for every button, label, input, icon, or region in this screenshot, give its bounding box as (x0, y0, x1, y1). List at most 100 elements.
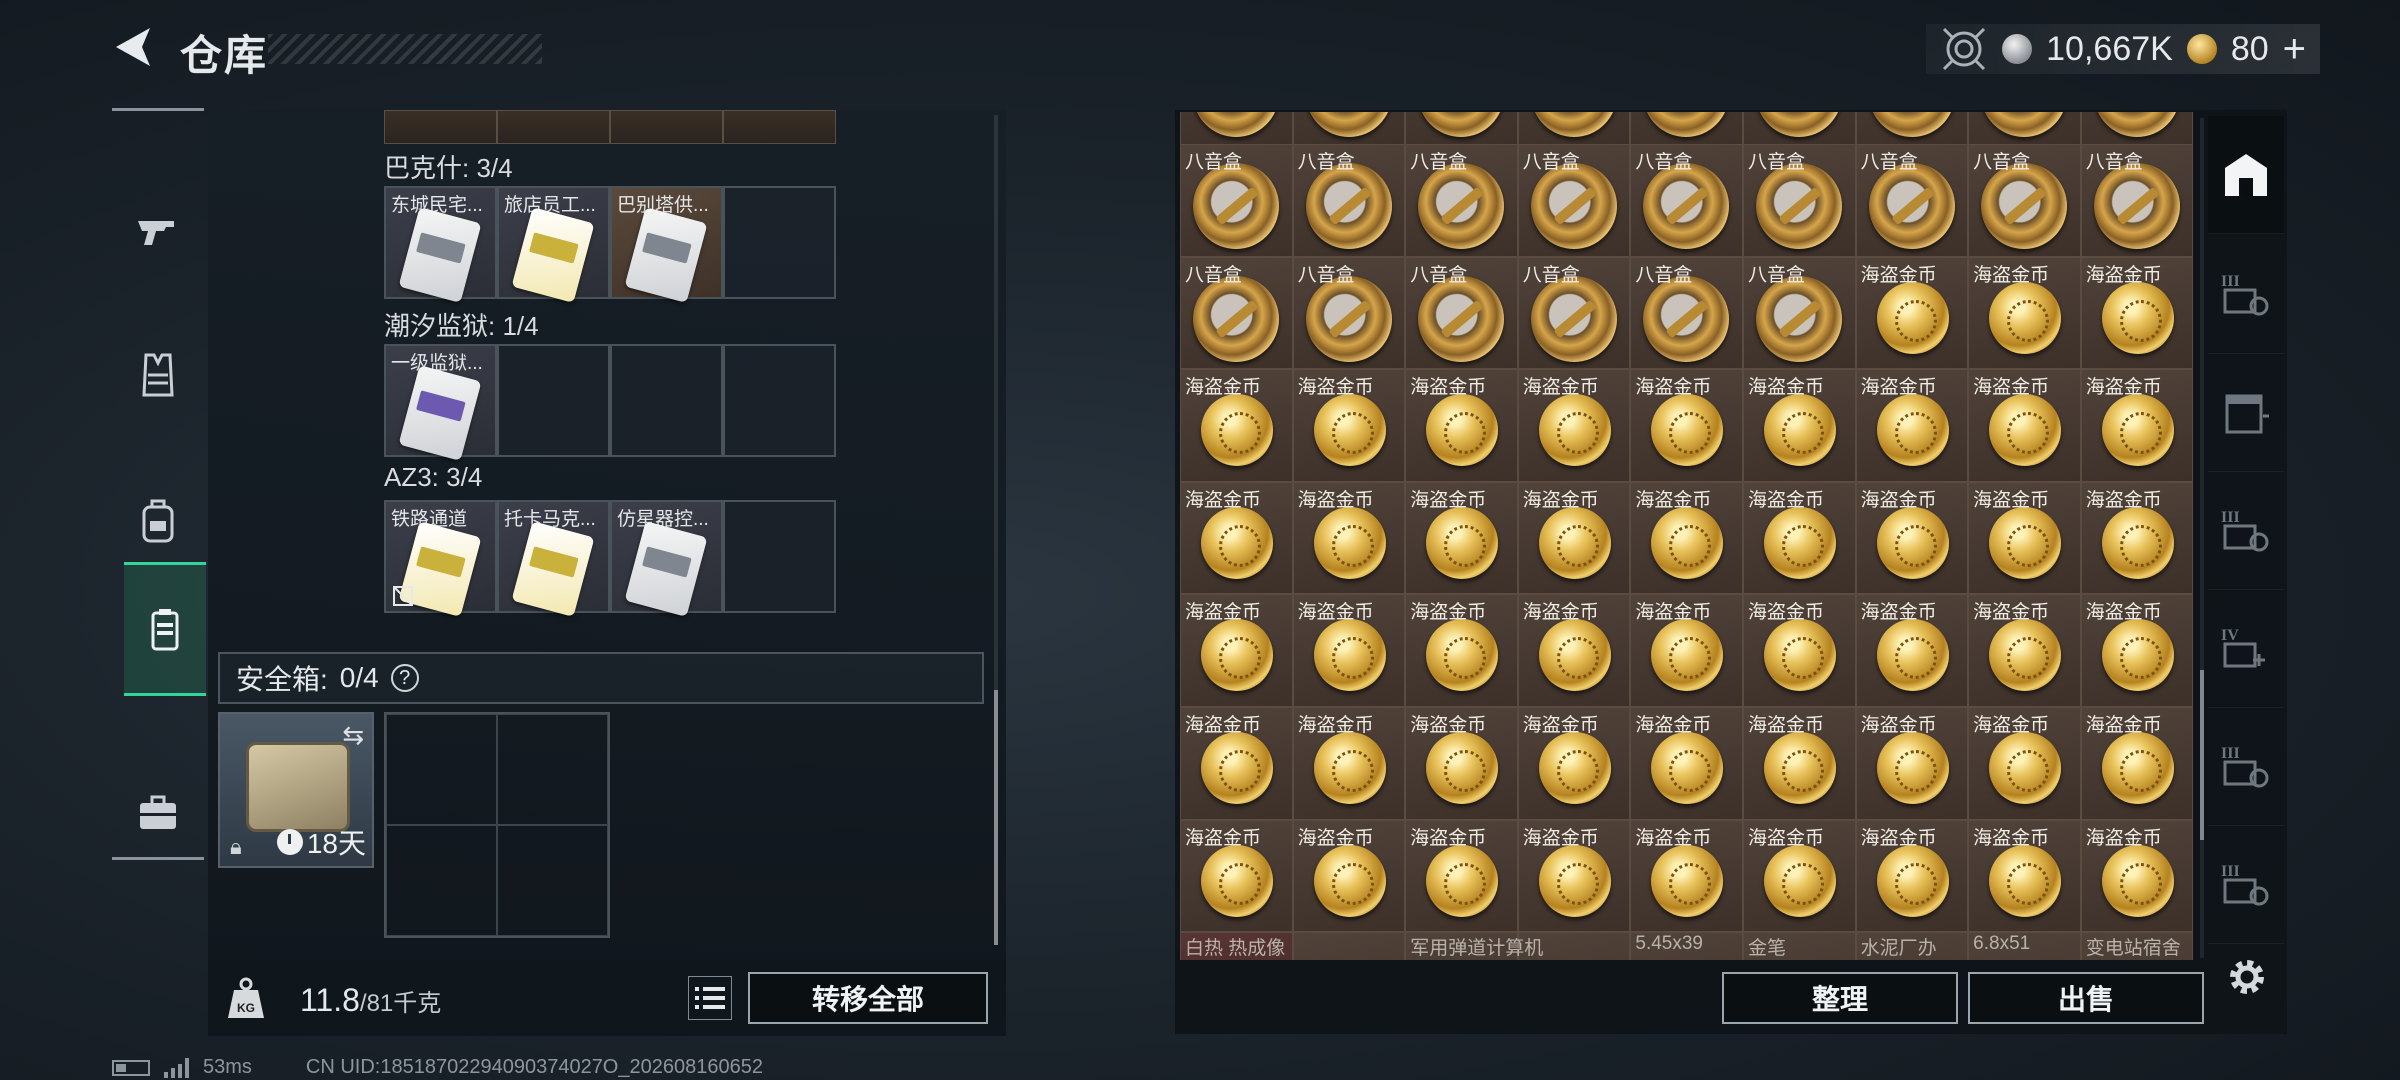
stash-cell[interactable]: 海盗金币 (1405, 819, 1518, 933)
empty-keycard-slot[interactable] (723, 500, 836, 613)
stash-cell[interactable]: 海盗金币 (1517, 481, 1631, 595)
stash-cell[interactable]: 海盗金币 (2080, 707, 2194, 820)
add-currency-button[interactable]: + (2283, 27, 2306, 72)
stash-cell[interactable]: 海盗金币 (1630, 594, 1743, 707)
stash-tab-medical[interactable]: IV (2208, 590, 2284, 708)
stash-cell[interactable]: 海盗金币 (1405, 594, 1518, 707)
stash-cell[interactable]: 八音盒 (1292, 256, 1406, 370)
stash-cell[interactable] (1968, 112, 2081, 145)
stash-tab-expansion[interactable]: III (2208, 472, 2284, 590)
stash-cell[interactable]: 八音盒 (1405, 256, 1518, 370)
stash-cell[interactable]: 海盗金币 (1630, 481, 1743, 595)
stash-cell[interactable]: 6.8x51 (1968, 932, 2081, 960)
stash-cell[interactable] (1292, 112, 1406, 145)
swap-icon[interactable]: ⇆ (342, 720, 364, 751)
stash-cell[interactable]: 海盗金币 (1180, 369, 1293, 482)
stash-cell[interactable]: 5.45x39 (1630, 932, 1743, 960)
keycard-slot[interactable] (384, 110, 497, 144)
stash-scrollbar-thumb[interactable] (2200, 670, 2204, 840)
stash-cell[interactable]: 海盗金币 (1630, 369, 1743, 482)
stash-cell[interactable] (2080, 112, 2194, 145)
stash-cell[interactable]: 海盗金币 (1742, 819, 1856, 933)
stash-cell[interactable] (1180, 112, 1293, 145)
stash-cell[interactable]: 海盗金币 (1180, 594, 1293, 707)
stash-cell[interactable]: 八音盒 (1405, 144, 1518, 257)
stash-cell[interactable] (1630, 112, 1743, 145)
gear-icon[interactable] (2224, 954, 2270, 1000)
stash-cell[interactable]: 海盗金币 (1968, 594, 2081, 707)
safe-box-slot[interactable] (497, 714, 608, 825)
nav-keycard-case[interactable] (124, 562, 206, 696)
stash-cell[interactable]: 海盗金币 (2080, 594, 2194, 707)
stash-cell[interactable]: 海盗金币 (1517, 369, 1631, 482)
back-arrow-icon[interactable] (110, 24, 156, 70)
keycard-slot[interactable]: 仿星器控... (610, 500, 723, 617)
sell-button[interactable]: 出售 (1968, 972, 2204, 1024)
stash-cell[interactable]: 海盗金币 (1742, 707, 1856, 820)
stash-cell[interactable]: 海盗金币 (1405, 707, 1518, 820)
keycard-slot[interactable]: 托卡马克... (497, 500, 610, 617)
stash-tab-cabinet[interactable] (2208, 354, 2284, 472)
stash-cell[interactable]: 八音盒 (1292, 144, 1406, 257)
nav-weapons[interactable] (112, 162, 204, 296)
transfer-all-button[interactable]: 转移全部 (748, 972, 988, 1024)
stash-cell[interactable]: 八音盒 (1742, 144, 1856, 257)
stash-cell[interactable]: 海盗金币 (2080, 369, 2194, 482)
stash-cell[interactable]: 八音盒 (1517, 256, 1631, 370)
stash-cell[interactable]: 海盗金币 (1180, 707, 1293, 820)
stash-cell[interactable]: 海盗金币 (1855, 707, 1969, 820)
safe-box-slot[interactable] (386, 825, 497, 936)
stash-cell[interactable]: 海盗金币 (1855, 256, 1969, 370)
stash-cell[interactable]: 八音盒 (1742, 256, 1856, 370)
stash-cell[interactable]: 八音盒 (1855, 144, 1969, 257)
stash-cell[interactable]: 海盗金币 (1630, 819, 1743, 933)
keycard-slot[interactable] (497, 110, 610, 144)
empty-keycard-slot[interactable] (610, 344, 723, 457)
keycard-slot[interactable]: 旅店员工... (497, 186, 610, 303)
nav-armor[interactable] (112, 308, 204, 442)
stash-cell[interactable]: 海盗金币 (1517, 594, 1631, 707)
stash-cell[interactable]: 水泥厂办 (1855, 932, 1969, 960)
stash-cell[interactable]: 海盗金币 (1180, 481, 1293, 595)
stash-cell[interactable]: 海盗金币 (1742, 481, 1856, 595)
stash-cell[interactable]: 海盗金币 (1292, 369, 1406, 482)
empty-keycard-slot[interactable] (497, 344, 610, 457)
target-reticle-icon[interactable] (1940, 25, 1988, 73)
stash-cell[interactable]: 八音盒 (1630, 144, 1743, 257)
stash-cell[interactable]: 八音盒 (1517, 144, 1631, 257)
left-scrollbar-thumb[interactable] (994, 690, 998, 945)
safe-box-slot[interactable] (386, 714, 497, 825)
stash-cell[interactable] (1517, 112, 1631, 145)
keycard-slot[interactable]: 东城民宅... (384, 186, 497, 303)
stash-cell[interactable]: 海盗金币 (1855, 819, 1969, 933)
stash-cell[interactable]: 海盗金币 (1968, 369, 2081, 482)
stash-cell[interactable]: 海盗金币 (2080, 481, 2194, 595)
stash-cell[interactable]: 海盗金币 (1517, 707, 1631, 820)
stash-cell[interactable] (1742, 112, 1856, 145)
stash-cell[interactable]: 海盗金币 (1742, 594, 1856, 707)
keycard-slot[interactable] (723, 110, 836, 144)
stash-cell[interactable]: 军用弹道计算机 (1405, 932, 1543, 960)
stash-cell[interactable]: 海盗金币 (1855, 594, 1969, 707)
stash-cell[interactable]: 八音盒 (1968, 144, 2081, 257)
stash-cell[interactable]: 白热 热成像 (1180, 932, 1293, 960)
sort-button[interactable]: 整理 (1722, 972, 1958, 1024)
stash-cell[interactable]: 海盗金币 (1292, 481, 1406, 595)
stash-cell[interactable]: 八音盒 (2080, 144, 2194, 257)
stash-cell[interactable]: 海盗金币 (1405, 369, 1518, 482)
empty-keycard-slot[interactable] (723, 344, 836, 457)
keycard-slot[interactable]: 铁路通道 (384, 500, 497, 617)
stash-cell[interactable]: 海盗金币 (1292, 707, 1406, 820)
stash-cell[interactable] (1292, 932, 1406, 960)
stash-cell[interactable]: 海盗金币 (1630, 707, 1743, 820)
stash-cell[interactable]: 海盗金币 (2080, 256, 2194, 370)
stash-tab-expansion[interactable]: III (2208, 826, 2284, 944)
stash-cell[interactable]: 八音盒 (1180, 144, 1293, 257)
help-icon[interactable]: ? (390, 664, 419, 692)
keycard-slot[interactable]: 巴别塔供... (610, 186, 723, 303)
stash-cell[interactable]: 变电站宿舍 (2080, 932, 2194, 960)
stash-cell[interactable]: 海盗金币 (1855, 481, 1969, 595)
stash-cell[interactable]: 海盗金币 (1405, 481, 1518, 595)
stash-cell[interactable]: 海盗金币 (1968, 481, 2081, 595)
stash-cell[interactable]: 八音盒 (1630, 256, 1743, 370)
